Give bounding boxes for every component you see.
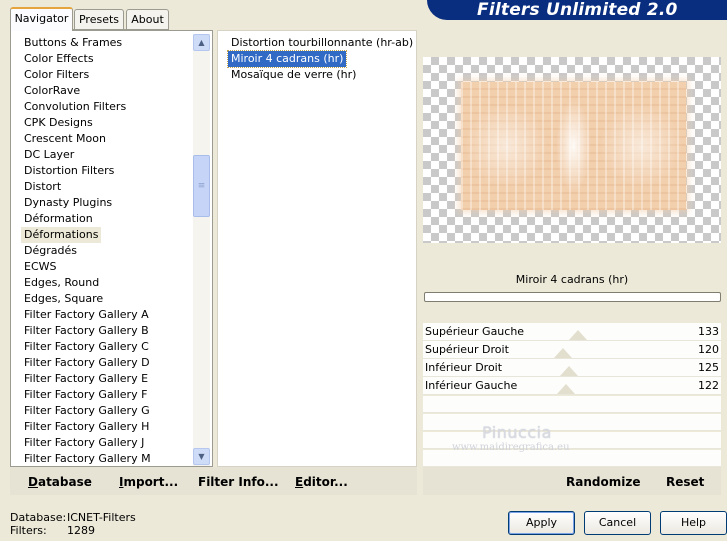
help-button[interactable]: Help [660,511,727,535]
slider-value: 120 [698,343,719,356]
category-item[interactable]: Filter Factory Gallery J [21,435,147,451]
category-item[interactable]: Filter Factory Gallery C [21,339,152,355]
slider-row[interactable]: Supérieur Droit 120 [423,341,721,359]
category-item[interactable]: Convolution Filters [21,99,129,115]
category-item[interactable]: Déformations [21,227,102,243]
slider-row[interactable]: Inférieur Droit 125 [423,359,721,377]
category-item[interactable]: Filter Factory Gallery D [21,355,153,371]
cancel-button[interactable]: Cancel [584,511,651,535]
slider-thumb[interactable] [554,348,572,358]
category-item[interactable]: Filter Factory Gallery A [21,307,152,323]
database-label: Database: [10,511,67,524]
reset-button[interactable]: Reset [666,475,704,489]
category-item[interactable]: Filter Factory Gallery H [21,419,152,435]
slider-label: Supérieur Gauche [425,325,525,338]
filters-count: 1289 [67,524,95,537]
preview-area [423,57,721,243]
category-item[interactable]: Color Effects [21,51,97,67]
category-item[interactable]: ColorRave [21,83,83,99]
slider-thumb[interactable] [560,366,578,376]
filter-info-button[interactable]: Filter Info... [198,475,279,489]
category-item[interactable]: CPK Designs [21,115,96,131]
category-list[interactable]: Buttons & Frames Color Effects Color Filte… [10,30,213,467]
slider-thumb[interactable] [557,384,575,394]
category-scrollbar[interactable]: ▲ ≡ ▼ [193,34,210,466]
filter-item[interactable]: Distortion tourbillonnante (hr-ab) [228,35,416,51]
randomize-button[interactable]: Randomize [566,475,640,489]
slider-value: 122 [698,379,719,392]
category-item[interactable]: Déformation [21,211,96,227]
slider-value: 133 [698,325,719,338]
category-item[interactable]: Filter Factory Gallery M [21,451,154,466]
editor-button[interactable]: Editor... [295,475,348,489]
category-item[interactable]: Dynasty Plugins [21,195,115,211]
category-item[interactable]: Buttons & Frames [21,35,125,51]
slider-label: Supérieur Droit [425,343,509,356]
category-item[interactable]: Filter Factory Gallery B [21,323,152,339]
scroll-down-icon[interactable]: ▼ [193,448,210,465]
slider-row[interactable]: Inférieur Gauche 122 [423,377,721,395]
category-item[interactable]: Distort [21,179,64,195]
slider-thumb[interactable] [569,330,587,340]
database-value: ICNET-Filters [67,511,136,524]
category-item[interactable]: Crescent Moon [21,131,109,147]
filter-list[interactable]: Distortion tourbillonnante (hr-ab) Miroir… [217,30,417,467]
category-item[interactable]: ECWS [21,259,60,275]
filter-item[interactable]: Miroir 4 cadrans (hr) [226,50,348,68]
database-button[interactable]: Database [28,475,92,489]
filter-item[interactable]: Mosaïque de verre (hr) [228,67,359,83]
tab-navigator[interactable]: Navigator [10,7,73,31]
category-item[interactable]: Distortion Filters [21,163,117,179]
scroll-thumb[interactable]: ≡ [193,155,210,217]
filter-title: Miroir 4 cadrans (hr) [515,273,629,286]
filters-label: Filters: [10,524,47,537]
category-item[interactable]: Filter Factory Gallery G [21,403,153,419]
watermark-url: www.maidiregrafica.eu [452,442,570,453]
status-database: Database: ICNET-Filters [10,511,136,524]
empty-slider-row [423,414,721,431]
slider-value: 125 [698,361,719,374]
category-item[interactable]: Dégradés [21,243,80,259]
status-filters: Filters: 1289 [10,524,95,537]
slider-row[interactable]: Supérieur Gauche 133 [423,323,721,341]
category-item[interactable]: DC Layer [21,147,77,163]
tab-presets[interactable]: Presets [74,9,124,30]
slider-label: Inférieur Gauche [425,379,518,392]
tab-about[interactable]: About [126,9,169,30]
category-item[interactable]: Edges, Round [21,275,102,291]
empty-slider-row [423,396,721,413]
preview-image [461,82,686,210]
category-item[interactable]: Filter Factory Gallery F [21,387,150,403]
category-item[interactable]: Filter Factory Gallery E [21,371,151,387]
progress-bar [424,292,721,302]
slider-label: Inférieur Droit [425,361,503,374]
import-button[interactable]: Import... [119,475,178,489]
app-banner: Filters Unlimited 2.0 [427,0,727,20]
scroll-up-icon[interactable]: ▲ [193,34,210,51]
category-item[interactable]: Color Filters [21,67,92,83]
category-item[interactable]: Edges, Square [21,291,106,307]
watermark-name: Pinuccia [482,423,552,442]
apply-button[interactable]: Apply [508,511,575,535]
